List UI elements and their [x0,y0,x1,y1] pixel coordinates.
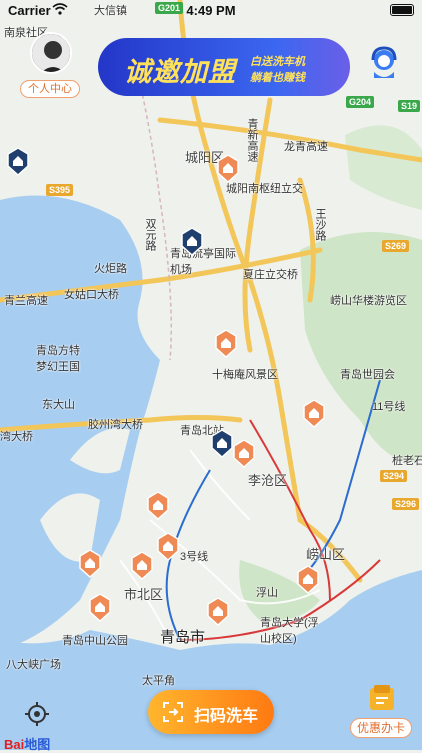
status-time: 4:49 PM [186,3,236,18]
battery-icon [390,4,414,16]
car-wash-pin[interactable] [296,566,320,594]
car-wash-pin[interactable] [78,550,102,578]
car-wash-pin[interactable] [210,430,234,458]
banner-sub-line1: 白送洗车机 [250,56,305,68]
coupon-icon [370,685,394,710]
status-bar: Carrier 4:49 PM [0,0,422,22]
car-wash-pin[interactable] [180,228,204,256]
banner-sub-line2: 躺着也赚钱 [250,72,305,84]
car-wash-pin[interactable] [130,552,154,580]
avatar[interactable] [30,32,72,74]
profile-center[interactable]: 个人中心 [20,32,80,102]
car-wash-pin[interactable] [214,330,238,358]
avatar-portrait-icon [32,34,70,72]
scan-to-wash-button[interactable]: 扫码洗车 [148,690,274,734]
car-wash-pin[interactable] [302,400,326,428]
car-wash-pin[interactable] [216,155,240,183]
map-pin-layer [0,0,422,750]
coupon-card-button[interactable]: 优惠办卡 [350,684,412,744]
scan-icon [163,702,183,722]
profile-center-label[interactable]: 个人中心 [20,80,80,98]
car-wash-pin[interactable] [206,598,230,626]
franchise-banner[interactable]: 诚邀加盟 白送洗车机 躺着也赚钱 [98,38,350,96]
baidu-map-logo: Bai地图 [4,734,50,753]
banner-main-text: 诚邀加盟 [124,57,236,87]
car-wash-pin[interactable] [88,594,112,622]
scan-to-wash-label: 扫码洗车 [194,708,259,725]
customer-service-icon[interactable] [369,46,399,82]
car-wash-pin[interactable] [232,440,256,468]
locate-me-icon[interactable] [20,702,54,726]
car-wash-pin[interactable] [6,148,30,176]
car-wash-pin[interactable] [156,533,180,561]
car-wash-pin[interactable] [146,492,170,520]
coupon-card-label: 优惠办卡 [350,718,412,738]
